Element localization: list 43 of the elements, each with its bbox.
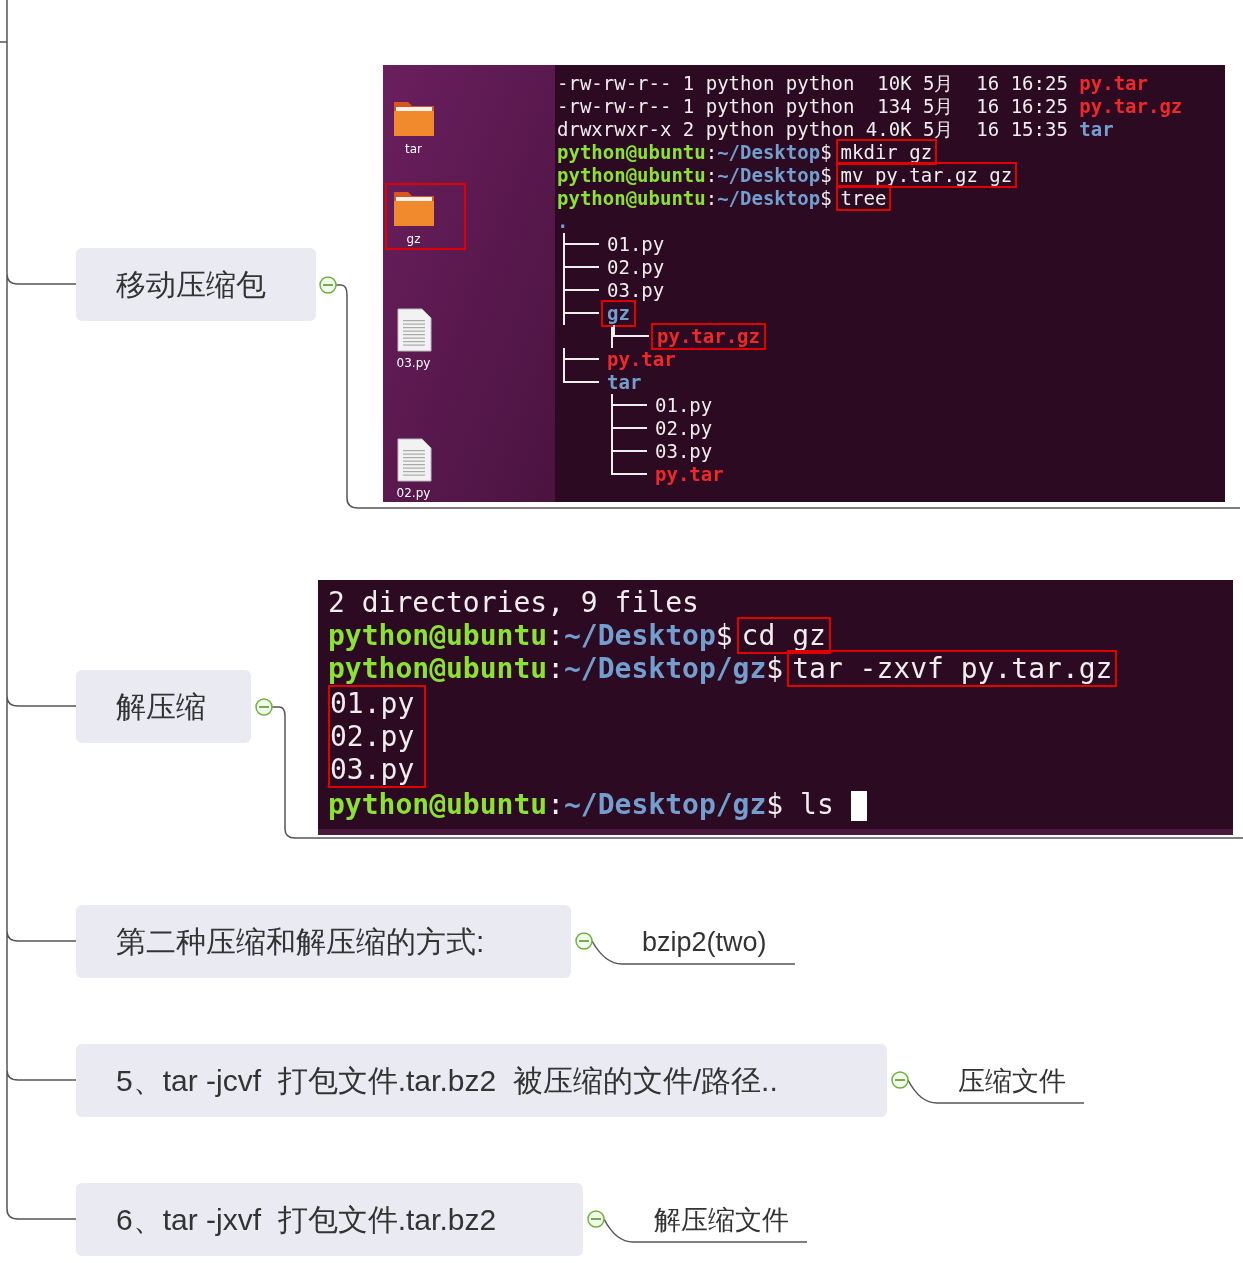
tree-entry: 01.py xyxy=(655,394,713,417)
terminal-line: -rw-rw-r-- 1 python python 134 5月 16 16:25 py.tar.gz xyxy=(557,95,1183,118)
terminal-line: 03.py xyxy=(330,753,415,786)
terminal-line: python@ubuntu:~/Desktop/gz$ ls xyxy=(328,788,867,821)
tree-entry: 02.py xyxy=(655,417,713,440)
tree-entry: 03.py xyxy=(607,279,665,302)
tree-entry: gz xyxy=(601,300,636,327)
topic-node[interactable]: 6、tar -jxvf 打包文件.tar.bz2 xyxy=(76,1183,583,1256)
terminal-line: python@ubuntu:~/Desktop$ tree xyxy=(557,187,892,210)
topic-node[interactable]: 第二种压缩和解压缩的方式: xyxy=(76,905,571,978)
document-icon[interactable] xyxy=(395,437,432,482)
terminal-line: drwxrwxr-x 2 python python 4.0K 5月 16 15:35 tar xyxy=(557,118,1114,141)
icon-label: tar xyxy=(405,141,422,156)
terminal-line: python@ubuntu:~/Desktop/gz$ tar -zxvf py.tar.gz xyxy=(328,652,1118,685)
tree-entry: 01.py xyxy=(607,233,665,256)
tree-entry: py.tar xyxy=(607,348,676,371)
terminal-line: python@ubuntu:~/Desktop$ mv py.tar.gz gz xyxy=(557,164,1018,187)
tree-entry: 02.py xyxy=(607,256,665,279)
collapse-icon[interactable] xyxy=(574,931,594,951)
tree-entry: tar xyxy=(607,371,642,394)
collapse-icon[interactable] xyxy=(586,1209,606,1229)
tree-entry: py.tar.gz xyxy=(651,323,766,350)
subtopic-label[interactable]: bzip2(two) xyxy=(642,925,767,959)
tree-entry: 03.py xyxy=(655,440,713,463)
terminal-line: 2 directories, 9 files xyxy=(328,586,699,619)
topic-node[interactable]: 移动压缩包 xyxy=(76,248,316,321)
collapse-icon[interactable] xyxy=(318,275,338,295)
tree-entry: py.tar xyxy=(655,463,724,486)
topic-node[interactable]: 5、tar -jcvf 打包文件.tar.bz2 被压缩的文件/路径.. xyxy=(76,1044,887,1117)
collapse-icon[interactable] xyxy=(254,697,274,717)
collapse-icon[interactable] xyxy=(890,1070,910,1090)
document-icon[interactable] xyxy=(395,307,432,352)
icon-label: 03.py xyxy=(396,355,431,370)
terminal-line: python@ubuntu:~/Desktop$ cd gz xyxy=(328,619,831,652)
icon-label: gz xyxy=(406,231,421,246)
terminal-line: 01.py xyxy=(330,687,415,720)
topic-node[interactable]: 解压缩 xyxy=(76,670,251,743)
tree-entry: . xyxy=(557,210,570,233)
terminal-line: -rw-rw-r-- 1 python python 10K 5月 16 16:25 py.tar xyxy=(557,72,1148,95)
subtopic-label[interactable]: 压缩文件 xyxy=(958,1064,1066,1098)
subtopic-label[interactable]: 解压缩文件 xyxy=(654,1203,789,1237)
terminal-line: 02.py xyxy=(330,720,415,753)
icon-label: 02.py xyxy=(396,485,431,500)
